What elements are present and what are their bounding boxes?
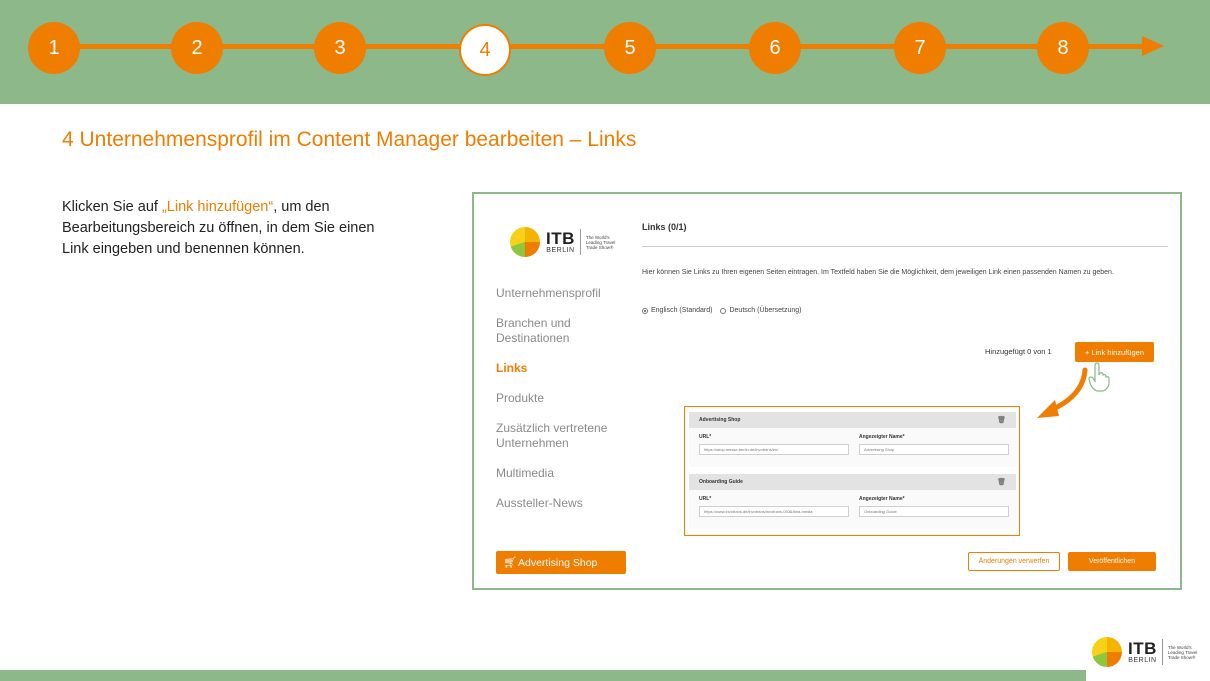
lang-option-german[interactable]: Deutsch (Übersetzung) xyxy=(720,307,801,314)
step-6[interactable]: 6 xyxy=(749,22,801,74)
discard-changes-button[interactable]: Änderungen verwerfen xyxy=(968,552,1060,571)
instruction-part-1: Klicken Sie auf xyxy=(62,199,162,215)
radio-icon xyxy=(720,307,727,314)
itb-logo: ITB BERLIN The World's Leading Travel Tr… xyxy=(510,227,616,257)
sidebar-item-links[interactable]: Links xyxy=(496,361,636,376)
progress-arrow-icon xyxy=(1142,36,1164,56)
advertising-shop-label: Advertising Shop xyxy=(518,556,598,569)
callout-arrow-icon xyxy=(1037,367,1088,418)
links-counter: Hinzugefügt 0 von 1 xyxy=(985,347,1052,356)
globe-icon xyxy=(1092,637,1122,667)
radio-selected-icon xyxy=(642,307,648,314)
logo-divider xyxy=(1161,639,1163,665)
trash-icon[interactable]: 🗑︎ xyxy=(997,416,1006,424)
logo-berlin: BERLIN xyxy=(546,246,575,254)
logo-wordmark: ITB BERLIN xyxy=(1128,638,1157,664)
url-label: URL* xyxy=(699,434,712,440)
pointer-hand-icon xyxy=(1088,362,1110,392)
sidebar-item-branchen[interactable]: Branchen und Destinationen xyxy=(496,316,636,346)
display-name-input[interactable]: Onboarding Guide xyxy=(859,506,1009,517)
url-label: URL* xyxy=(699,496,712,502)
logo-berlin: BERLIN xyxy=(1128,656,1157,664)
title-divider xyxy=(642,246,1168,247)
sidebar-item-zusaetzlich[interactable]: Zusätzlich vertretene Unternehmen xyxy=(496,421,636,451)
globe-icon xyxy=(510,227,540,257)
content-manager-screenshot: ITB BERLIN The World's Leading Travel Tr… xyxy=(472,192,1182,590)
sidebar-item-aussteller-news[interactable]: Aussteller-News xyxy=(496,496,636,511)
logo-tagline: The World's Leading Travel Trade Show® xyxy=(585,234,616,250)
url-input[interactable]: https://shop.messe-berlin.de/invotrans/e… xyxy=(699,444,849,455)
link-entry-header[interactable]: Advertising Shop 🗑︎ xyxy=(689,412,1016,428)
cart-icon: 🛒︎ xyxy=(503,557,517,569)
step-1[interactable]: 1 xyxy=(28,22,80,74)
link-entry-title: Onboarding Guide xyxy=(699,479,743,485)
instruction-text: Klicken Sie auf „Link hinzufügen“, um de… xyxy=(62,197,392,260)
sidebar-nav: Unternehmensprofil Branchen und Destinat… xyxy=(496,286,636,526)
links-title: Links (0/1) xyxy=(642,222,687,232)
lang-option-english[interactable]: Englisch (Standard) xyxy=(642,307,712,314)
lang-german-label: Deutsch (Übersetzung) xyxy=(729,307,802,314)
link-entry-title: Advertising Shop xyxy=(699,417,741,423)
logo-divider xyxy=(579,229,581,255)
progress-band: 1 2 3 4 5 6 7 8 xyxy=(0,0,1210,104)
sidebar-item-produkte[interactable]: Produkte xyxy=(496,391,636,406)
step-4-active[interactable]: 4 xyxy=(459,24,511,76)
instruction-highlight: „Link hinzufügen“ xyxy=(161,199,274,215)
step-5[interactable]: 5 xyxy=(604,22,656,74)
logo-tagline: The World's Leading Travel Trade Show® xyxy=(1167,644,1198,660)
link-entries-panel: Advertising Shop 🗑︎ URL* https://shop.me… xyxy=(684,406,1020,536)
logo-itb: ITB xyxy=(546,228,575,248)
itb-footer-logo: ITB BERLIN The World's Leading Travel Tr… xyxy=(1092,637,1198,667)
footer-band xyxy=(0,670,1086,681)
step-7[interactable]: 7 xyxy=(894,22,946,74)
sidebar-item-unternehmensprofil[interactable]: Unternehmensprofil xyxy=(496,286,636,301)
link-entry-header[interactable]: Onboarding Guide 🗑︎ xyxy=(689,474,1016,490)
step-2[interactable]: 2 xyxy=(171,22,223,74)
publish-button[interactable]: Veröffentlichen xyxy=(1068,552,1156,571)
url-input[interactable]: https://www.invotrans.de/invotrans/invot… xyxy=(699,506,849,517)
links-description: Hier können Sie Links zu Ihren eigenen S… xyxy=(642,269,1114,276)
trash-icon[interactable]: 🗑︎ xyxy=(997,478,1006,486)
language-selector: Englisch (Standard) Deutsch (Übersetzung… xyxy=(642,307,801,314)
step-3[interactable]: 3 xyxy=(314,22,366,74)
display-name-label: Angezeigter Name* xyxy=(859,496,905,502)
page-title: 4 Unternehmensprofil im Content Manager … xyxy=(62,128,637,151)
logo-itb: ITB xyxy=(1128,638,1157,658)
display-name-input[interactable]: Advertising Shop xyxy=(859,444,1009,455)
sidebar-item-multimedia[interactable]: Multimedia xyxy=(496,466,636,481)
step-8[interactable]: 8 xyxy=(1037,22,1089,74)
display-name-label: Angezeigter Name* xyxy=(859,434,905,440)
add-link-button[interactable]: + Link hinzufügen xyxy=(1075,342,1154,362)
logo-wordmark: ITB BERLIN xyxy=(546,228,575,254)
link-entry: Advertising Shop 🗑︎ URL* https://shop.me… xyxy=(689,412,1016,467)
link-entry: Onboarding Guide 🗑︎ URL* https://www.inv… xyxy=(689,474,1016,529)
advertising-shop-button[interactable]: 🛒︎ Advertising Shop xyxy=(496,551,626,574)
lang-english-label: Englisch (Standard) xyxy=(651,307,713,314)
